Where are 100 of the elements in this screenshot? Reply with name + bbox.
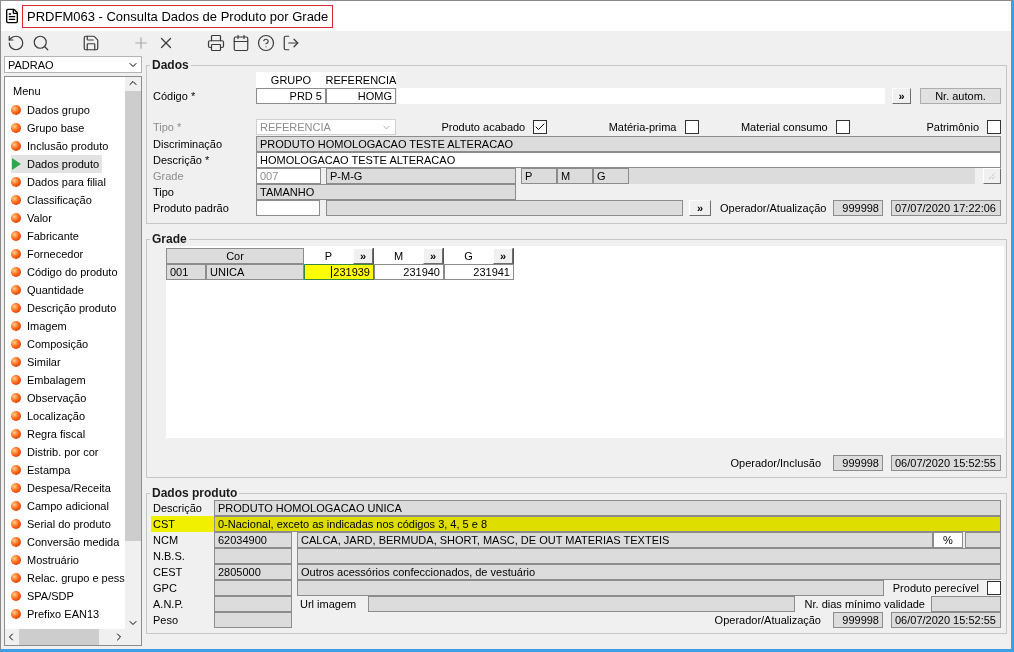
bullet-icon: [11, 537, 21, 547]
menu-item[interactable]: Mostruário: [11, 551, 82, 569]
expand-button[interactable]: »: [423, 248, 443, 264]
code-field[interactable]: 62034900: [214, 532, 292, 548]
bullet-icon: [11, 393, 21, 403]
text-field[interactable]: [297, 580, 884, 596]
menu-item[interactable]: Código do produto: [11, 263, 121, 281]
menu-item[interactable]: Relac. grupo e pess: [11, 569, 125, 587]
text-field[interactable]: [326, 200, 683, 216]
search-icon: [31, 34, 50, 52]
auto-number-button[interactable]: Nr. autom.: [920, 88, 1001, 104]
menu-item[interactable]: Dados para filial: [11, 173, 109, 191]
menu-item[interactable]: Estampa: [11, 461, 74, 479]
text-field[interactable]: CALCA, JARD, BERMUDA, SHORT, MASC, DE OUT MATERIAS TEXTEIS: [297, 532, 933, 548]
menu-item[interactable]: Composição: [11, 335, 92, 353]
menu-item[interactable]: Prefixo EAN13: [11, 605, 103, 623]
code-field[interactable]: 2805000: [214, 564, 292, 580]
bullet-icon: [11, 195, 21, 205]
checkbox[interactable]: [835, 120, 850, 134]
menu-item[interactable]: Dados grupo: [11, 101, 93, 119]
field-label: CEST: [152, 565, 184, 580]
horizontal-scrollbar[interactable]: [5, 629, 125, 645]
operator-field[interactable]: 999998: [833, 612, 883, 628]
code-field[interactable]: [397, 88, 885, 104]
more-button[interactable]: »: [689, 200, 711, 216]
menu-item[interactable]: Observação: [11, 389, 90, 407]
menu-item[interactable]: Similar: [11, 353, 64, 371]
menu-item[interactable]: Regra fiscal: [11, 425, 89, 443]
field-label: Código *: [153, 90, 197, 102]
menu-item[interactable]: Inclusão produto: [11, 137, 112, 155]
text-field[interactable]: PRODUTO HOMOLOGACAO TESTE ALTERACAO: [256, 135, 1001, 152]
text-field[interactable]: [297, 548, 1001, 564]
text-field[interactable]: [965, 532, 1001, 548]
menu-item[interactable]: SPA/SDP: [11, 587, 77, 605]
menu-item[interactable]: Serial do produto: [11, 515, 114, 533]
timestamp-field[interactable]: 06/07/2020 15:52:55: [891, 455, 1001, 471]
menu-item[interactable]: Classificação: [11, 191, 95, 209]
code-field[interactable]: [214, 580, 292, 596]
checkbox[interactable]: [684, 120, 699, 134]
menu-item[interactable]: Dados produto: [11, 155, 103, 173]
menu-item[interactable]: Despesa/Receita: [11, 479, 114, 497]
more-button[interactable]: »: [892, 88, 911, 104]
menu-item[interactable]: Quantidade: [11, 281, 87, 299]
menu-item[interactable]: Grupo base: [11, 119, 88, 137]
bullet-icon: [11, 267, 21, 277]
code-field[interactable]: PRD 5: [256, 88, 326, 104]
operator-field[interactable]: 999998: [833, 200, 883, 216]
grip-button[interactable]: [983, 168, 1001, 184]
menu-item[interactable]: Distrib. por cor: [11, 443, 102, 461]
text-field[interactable]: [368, 596, 795, 612]
menu-item[interactable]: Valor: [11, 209, 55, 227]
checkbox[interactable]: [987, 581, 1001, 595]
menu-item[interactable]: Fabricante: [11, 227, 82, 245]
bullet-icon: [11, 123, 21, 133]
bullet-icon: [11, 375, 21, 385]
bullet-icon: [11, 519, 21, 529]
bullet-icon: [11, 285, 21, 295]
check-icon: [534, 121, 547, 133]
text-field[interactable]: Outros acessórios confeccionados, de vestuário: [297, 564, 1001, 580]
timestamp-field[interactable]: 07/07/2020 17:22:06: [891, 200, 1001, 216]
code-field[interactable]: [214, 548, 292, 564]
code-field[interactable]: HOMG: [326, 88, 396, 104]
field-label: Descrição *: [153, 154, 211, 166]
profile-select[interactable]: PADRAO: [4, 56, 142, 73]
bullet-icon: [11, 573, 21, 583]
field-label: Tipo: [153, 186, 175, 198]
field-label: Operador/Atualização: [714, 614, 821, 626]
section-title: Dados: [151, 58, 190, 72]
menu-item[interactable]: Localização: [11, 407, 89, 425]
menu-item[interactable]: Embalagem: [11, 371, 89, 389]
menu-item[interactable]: Conversão medida: [11, 533, 123, 551]
expand-button[interactable]: »: [493, 248, 513, 264]
table-cell[interactable]: 231940: [374, 264, 444, 280]
table-cell[interactable]: 231941: [444, 264, 514, 280]
code-field[interactable]: [214, 612, 292, 628]
size-cell: G: [593, 168, 629, 184]
code-field[interactable]: [214, 596, 292, 612]
expand-button[interactable]: »: [353, 248, 373, 264]
column-header: Cor: [166, 248, 304, 264]
bullet-icon: [11, 141, 21, 151]
timestamp-field[interactable]: 06/07/2020 15:52:55: [891, 612, 1001, 628]
operator-field[interactable]: 999998: [833, 455, 883, 471]
scroll-thumb[interactable]: [125, 91, 141, 541]
menu-item[interactable]: Imagem: [11, 317, 70, 335]
vertical-scrollbar[interactable]: [125, 77, 141, 629]
menu-item[interactable]: Campo adicional: [11, 497, 112, 515]
checkbox[interactable]: [987, 120, 1001, 134]
text-field[interactable]: HOMOLOGACAO TESTE ALTERACAO: [256, 152, 1001, 168]
menu-item[interactable]: Fornecedor: [11, 245, 87, 263]
text-field[interactable]: 0-Nacional, exceto as indicadas nos códigos 3, 4, 5 e 8: [214, 516, 1001, 532]
window-title: PRDFM063 - Consulta Dados de Produto por Grade: [22, 4, 334, 28]
text-field[interactable]: [931, 596, 1001, 612]
text-field[interactable]: PRODUTO HOMOLOGACAO UNICA: [214, 500, 1001, 516]
menu-item[interactable]: Descrição produto: [11, 299, 120, 317]
code-field[interactable]: [256, 200, 320, 216]
checkbox[interactable]: [533, 120, 548, 134]
text-field[interactable]: TAMANHO: [256, 184, 516, 200]
scroll-thumb[interactable]: [19, 629, 99, 645]
table-cell[interactable]: 231939: [304, 264, 374, 280]
checkbox-label: Patrimônio: [926, 121, 979, 133]
